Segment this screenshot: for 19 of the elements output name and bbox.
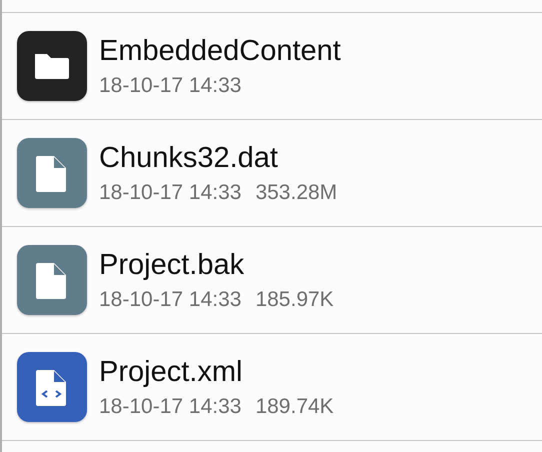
file-date: 18-10-17 14:33: [99, 73, 242, 99]
file-date: 18-10-17 14:33: [99, 394, 242, 420]
file-date: 18-10-17 14:33: [99, 180, 242, 206]
file-name: Chunks32.dat: [99, 141, 279, 176]
file-name: Project.bak: [99, 248, 246, 283]
file-date: 18-10-17 14:33: [99, 287, 242, 313]
code-file-icon: [17, 352, 87, 422]
file-name: Project.xml: [99, 355, 244, 390]
file-size: 353.28M: [255, 180, 338, 206]
file-size: 189.74K: [255, 394, 334, 420]
file-size: 185.97K: [255, 287, 334, 313]
file-icon: [17, 245, 87, 315]
file-row[interactable]: Chunks32.dat 18-10-17 14:33 353.28M: [2, 120, 542, 227]
file-row[interactable]: Project.bak 18-10-17 14:33 185.97K: [2, 227, 542, 334]
file-row[interactable]: Project.xml 18-10-17 14:33 189.74K: [2, 334, 542, 441]
file-row[interactable]: EmbeddedContent 18-10-17 14:33: [2, 13, 542, 120]
folder-icon: [17, 31, 87, 101]
file-icon: [17, 138, 87, 208]
file-name: EmbeddedContent: [99, 34, 341, 69]
